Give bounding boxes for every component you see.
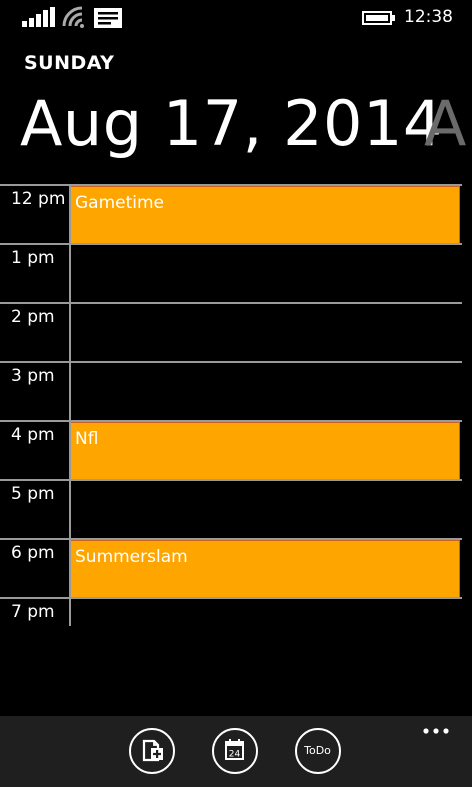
add-event-icon: [142, 739, 163, 762]
next-date-peek[interactable]: A: [424, 82, 472, 166]
add-event-button[interactable]: [129, 728, 175, 774]
hour-label: 2 pm: [11, 307, 55, 327]
hour-label: 5 pm: [11, 484, 55, 504]
hour-label: 1 pm: [11, 248, 55, 268]
weekday-label: SUNDAY: [24, 52, 115, 74]
calendar-day-number: 24: [229, 750, 241, 760]
hour-label: 4 pm: [11, 425, 55, 445]
event-title: Nfl: [75, 429, 99, 449]
event-block[interactable]: Gametime: [70, 186, 460, 244]
date-title[interactable]: Aug 17, 2014: [20, 82, 443, 166]
event-title: Gametime: [75, 193, 165, 213]
battery-icon: [362, 11, 395, 25]
calendar-icon: 24: [225, 739, 244, 760]
hour-label: 7 pm: [11, 602, 55, 622]
app-bar: 24 ToDo: [0, 716, 472, 787]
empty-cell[interactable]: [70, 245, 460, 302]
message-icon: [94, 8, 122, 28]
event-title: Summerslam: [75, 547, 188, 567]
empty-cell[interactable]: [70, 481, 460, 538]
todo-button[interactable]: ToDo: [295, 728, 341, 774]
wifi-icon: [62, 6, 84, 28]
empty-cell[interactable]: [70, 304, 460, 361]
signal-icon: [22, 7, 55, 27]
clock-time: 12:38: [404, 7, 453, 27]
hour-label: 12 pm: [11, 189, 66, 209]
todo-label: ToDo: [304, 744, 331, 757]
calendar-button[interactable]: 24: [212, 728, 258, 774]
event-block[interactable]: Nfl: [70, 422, 460, 480]
time-column-divider: [69, 186, 71, 626]
status-bar: 12:38: [0, 0, 472, 36]
hour-label: 6 pm: [11, 543, 55, 563]
event-block[interactable]: Summerslam: [70, 540, 460, 598]
hour-label: 3 pm: [11, 366, 55, 386]
empty-cell[interactable]: [70, 363, 460, 420]
more-dots-icon[interactable]: [422, 726, 450, 736]
